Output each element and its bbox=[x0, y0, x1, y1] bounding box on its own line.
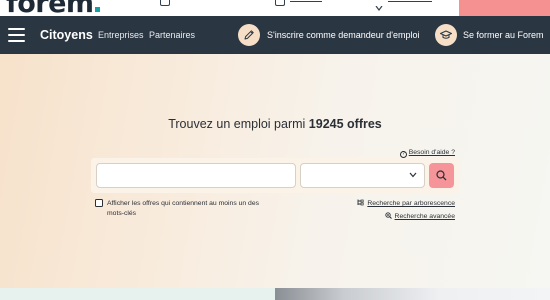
help-link-label: Besoin d'aide ? bbox=[408, 149, 455, 156]
chevron-down-icon bbox=[409, 172, 417, 178]
pencil-icon[interactable] bbox=[238, 24, 260, 46]
top-link[interactable] bbox=[290, 1, 322, 2]
checkbox-label: Afficher les offres qui contiennent au m… bbox=[107, 200, 260, 217]
search-top-icon[interactable] bbox=[375, 0, 385, 11]
main-nav: Citoyens Entreprises Partenaires S'inscr… bbox=[0, 16, 550, 54]
tree-search-label: Recherche par arborescence bbox=[367, 200, 455, 207]
offer-count: 19245 offres bbox=[308, 117, 382, 131]
training-link[interactable]: Se former au Forem bbox=[463, 30, 544, 40]
graduation-cap-icon[interactable] bbox=[435, 24, 457, 46]
location-select[interactable] bbox=[300, 163, 425, 188]
keyword-input[interactable] bbox=[96, 163, 296, 188]
advanced-search-link[interactable]: Recherche avancée bbox=[384, 212, 455, 220]
login-button[interactable] bbox=[459, 0, 550, 16]
tree-icon bbox=[357, 199, 364, 206]
calendar-icon[interactable] bbox=[275, 0, 285, 6]
nav-entreprises[interactable]: Entreprises bbox=[98, 30, 144, 40]
search-icon bbox=[436, 170, 447, 181]
search-panel bbox=[91, 158, 459, 193]
phone-icon[interactable] bbox=[160, 0, 170, 6]
advanced-search-label: Recherche avancée bbox=[394, 213, 455, 220]
help-link[interactable]: ? Besoin d'aide ? bbox=[399, 149, 455, 158]
logo-dot bbox=[94, 7, 100, 12]
tree-search-link[interactable]: Recherche par arborescence bbox=[357, 199, 455, 207]
page-title: Trouvez un emploi parmi 19245 offres bbox=[0, 117, 550, 131]
search-button[interactable] bbox=[429, 163, 454, 188]
promo-panel-left bbox=[0, 288, 275, 300]
menu-icon[interactable] bbox=[8, 28, 25, 42]
forem-logo[interactable]: forem bbox=[6, 0, 100, 16]
promo-image-right bbox=[275, 288, 550, 300]
nav-partenaires[interactable]: Partenaires bbox=[149, 30, 195, 40]
nav-citoyens[interactable]: Citoyens bbox=[40, 28, 93, 42]
job-search-hero: Trouvez un emploi parmi 19245 offres ? Be… bbox=[0, 54, 550, 288]
zoom-icon bbox=[384, 212, 392, 219]
logo-text: forem bbox=[6, 0, 94, 16]
top-bar: forem bbox=[0, 0, 550, 16]
register-link[interactable]: S'inscrire comme demandeur d'emploi bbox=[267, 30, 420, 40]
any-keyword-checkbox[interactable] bbox=[95, 199, 103, 207]
question-icon: ? bbox=[399, 151, 407, 158]
top-link[interactable] bbox=[388, 1, 432, 2]
title-prefix: Trouvez un emploi parmi bbox=[168, 117, 309, 131]
